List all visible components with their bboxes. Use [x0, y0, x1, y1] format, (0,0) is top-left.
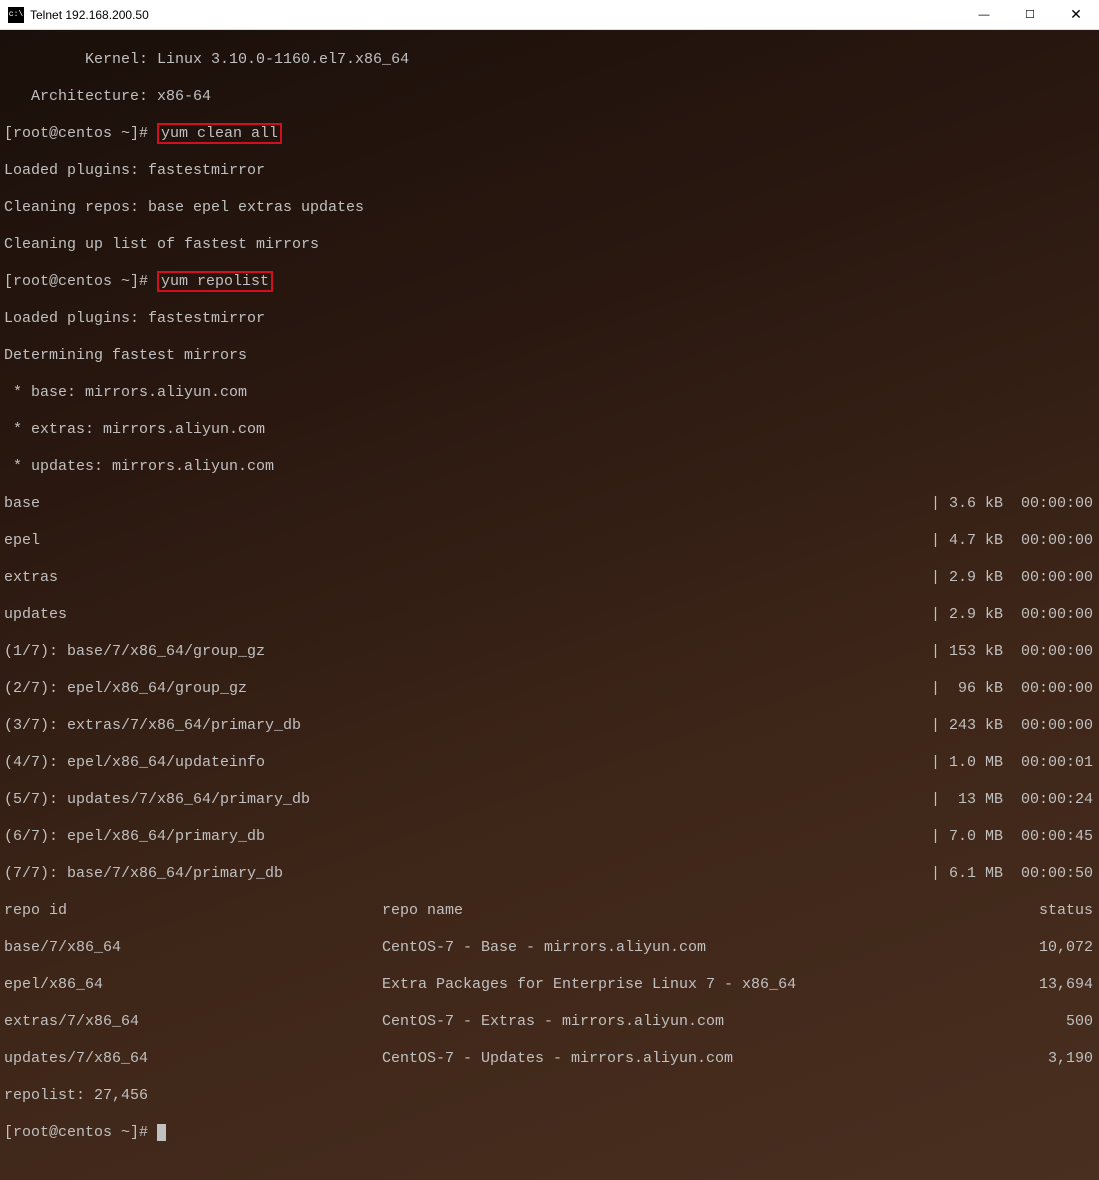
download-line: (7/7): base/7/x86_64/primary_db| 6.1 MB …	[4, 865, 1099, 884]
window-controls: — ☐ ✕	[961, 0, 1099, 30]
cursor	[157, 1124, 166, 1141]
output-line: Cleaning repos: base epel extras updates	[4, 199, 1099, 218]
output-line: Loaded plugins: fastestmirror	[4, 310, 1099, 329]
output-line: Loaded plugins: fastestmirror	[4, 162, 1099, 181]
download-line: (2/7): epel/x86_64/group_gz| 96 kB 00:00…	[4, 680, 1099, 699]
table-row: base/7/x86_64CentOS-7 - Base - mirrors.a…	[4, 939, 1099, 958]
prompt: [root@centos ~]#	[4, 1124, 157, 1141]
table-row: updates/7/x86_64CentOS-7 - Updates - mir…	[4, 1050, 1099, 1069]
minimize-button[interactable]: —	[961, 0, 1007, 30]
repo-line: extras| 2.9 kB 00:00:00	[4, 569, 1099, 588]
command-highlight: yum clean all	[157, 123, 282, 144]
output-line: * base: mirrors.aliyun.com	[4, 384, 1099, 403]
repolist-total: repolist: 27,456	[4, 1087, 1099, 1106]
output-line: * updates: mirrors.aliyun.com	[4, 458, 1099, 477]
table-header: repo idrepo namestatus	[4, 902, 1099, 921]
repo-line: updates| 2.9 kB 00:00:00	[4, 606, 1099, 625]
table-row: epel/x86_64Extra Packages for Enterprise…	[4, 976, 1099, 995]
terminal-output[interactable]: Kernel: Linux 3.10.0-1160.el7.x86_64 Arc…	[0, 30, 1099, 1180]
output-line: * extras: mirrors.aliyun.com	[4, 421, 1099, 440]
download-line: (1/7): base/7/x86_64/group_gz| 153 kB 00…	[4, 643, 1099, 662]
arch-line: Architecture: x86-64	[4, 88, 1099, 107]
prompt: [root@centos ~]#	[4, 125, 157, 142]
prompt-line: [root@centos ~]#	[4, 1124, 1099, 1143]
kernel-line: Kernel: Linux 3.10.0-1160.el7.x86_64	[4, 51, 1099, 70]
download-line: (5/7): updates/7/x86_64/primary_db| 13 M…	[4, 791, 1099, 810]
download-line: (4/7): epel/x86_64/updateinfo| 1.0 MB 00…	[4, 754, 1099, 773]
prompt-line: [root@centos ~]# yum repolist	[4, 273, 1099, 292]
output-line: Determining fastest mirrors	[4, 347, 1099, 366]
repo-line: epel| 4.7 kB 00:00:00	[4, 532, 1099, 551]
app-icon: c:\	[8, 7, 24, 23]
download-line: (3/7): extras/7/x86_64/primary_db| 243 k…	[4, 717, 1099, 736]
titlebar[interactable]: c:\ Telnet 192.168.200.50 — ☐ ✕	[0, 0, 1099, 30]
download-line: (6/7): epel/x86_64/primary_db| 7.0 MB 00…	[4, 828, 1099, 847]
telnet-window: c:\ Telnet 192.168.200.50 — ☐ ✕ Kernel: …	[0, 0, 1099, 590]
window-title: Telnet 192.168.200.50	[30, 8, 961, 22]
prompt: [root@centos ~]#	[4, 273, 157, 290]
close-button[interactable]: ✕	[1053, 0, 1099, 30]
maximize-button[interactable]: ☐	[1007, 0, 1053, 30]
repo-line: base| 3.6 kB 00:00:00	[4, 495, 1099, 514]
output-line: Cleaning up list of fastest mirrors	[4, 236, 1099, 255]
command-highlight: yum repolist	[157, 271, 273, 292]
table-row: extras/7/x86_64CentOS-7 - Extras - mirro…	[4, 1013, 1099, 1032]
prompt-line: [root@centos ~]# yum clean all	[4, 125, 1099, 144]
